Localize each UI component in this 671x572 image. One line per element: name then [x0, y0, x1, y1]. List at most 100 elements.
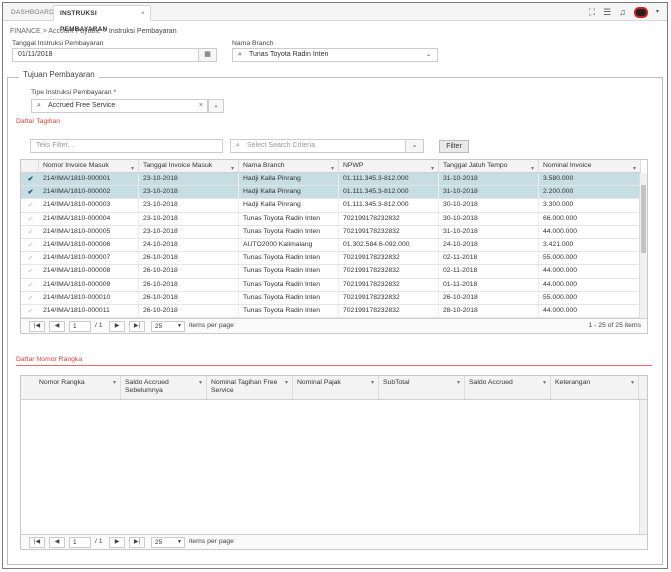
teks-filter-input[interactable]: Teks Filter... — [30, 139, 223, 153]
scrollbar[interactable] — [639, 173, 647, 318]
row-checkbox[interactable]: ✔ — [26, 254, 35, 263]
page-number-input[interactable]: 1 — [69, 537, 91, 548]
column-header[interactable]: Keterangan ▾ — [551, 376, 639, 399]
row-checkbox[interactable]: ✔ — [26, 215, 35, 224]
page-size-select[interactable]: 25 ▼ — [151, 321, 185, 332]
column-header[interactable]: Nominal Tagihan Free Service ▾ — [207, 376, 293, 399]
column-menu-icon[interactable]: ▾ — [285, 379, 288, 387]
last-page-button[interactable]: ▶| — [129, 321, 145, 332]
last-page-button[interactable]: ▶| — [129, 537, 145, 548]
table-cell: 01.302.584.6-092.000 — [339, 239, 439, 252]
next-page-button[interactable]: ▶ — [109, 321, 125, 332]
table-row[interactable]: ✔ 214/IMA/1810-000007 26-10-2018 Tunas Toyo… — [21, 252, 641, 266]
table-cell: 30-10-2018 — [439, 212, 539, 225]
column-header[interactable]: Saldo Accrued ▾ — [465, 376, 551, 399]
row-checkbox[interactable]: ✔ — [26, 201, 35, 210]
user-badge-icon[interactable] — [633, 6, 648, 18]
section-divider — [16, 365, 652, 366]
first-page-button[interactable]: |◀ — [29, 537, 45, 548]
table-cell: 702199178232832 — [339, 278, 439, 291]
row-checkbox[interactable]: ✔ — [26, 228, 35, 237]
table-row[interactable]: ✔ 214/IMA/1810-000010 26-10-2018 Tunas Toyo… — [21, 291, 641, 305]
chevron-down-icon[interactable]: ▾ — [656, 6, 659, 18]
close-tab-icon[interactable]: × — [141, 6, 145, 22]
table-row[interactable]: ✔ 214/IMA/1810-000002 23-10-2018 Hadji Kall… — [21, 186, 641, 200]
tipe-dropdown-button[interactable]: ⌄ — [208, 99, 224, 113]
table-row[interactable]: ✔ 214/IMA/1810-000005 23-10-2018 Tunas Toyo… — [21, 225, 641, 239]
table-cell: 02-11-2018 — [439, 265, 539, 278]
table-cell: 44.000.000 — [539, 278, 641, 291]
scrollbar[interactable] — [639, 400, 647, 534]
next-page-button[interactable]: ▶ — [109, 537, 125, 548]
column-menu-icon[interactable]: ▾ — [543, 379, 546, 387]
tipe-select[interactable]: ⌕ Accrued Free Service × — [31, 99, 208, 113]
row-checkbox[interactable]: ✔ — [26, 188, 35, 197]
table-cell: 702199178232832 — [339, 305, 439, 318]
first-page-button[interactable]: |◀ — [29, 321, 45, 332]
branch-value: Tunas Toyota Radin Inten — [249, 51, 329, 58]
search-criteria-select[interactable]: ⌕ Select Search Criteria ⌄ — [230, 139, 424, 153]
row-checkbox[interactable]: ✔ — [26, 175, 35, 184]
menu-icon[interactable]: ☰ — [603, 6, 611, 18]
filter-button[interactable]: Filter — [439, 140, 469, 153]
column-header-label: Nominal Invoice — [543, 162, 592, 169]
scrollbar-thumb[interactable] — [641, 185, 646, 253]
row-checkbox[interactable]: ✔ — [26, 294, 35, 303]
breadcrumb-finance[interactable]: FINANCE — [10, 28, 41, 35]
prev-page-button[interactable]: ◀ — [49, 537, 65, 548]
column-menu-icon[interactable]: ▾ — [631, 379, 634, 387]
column-menu-icon[interactable]: ▾ — [199, 379, 202, 387]
tab-instruksi-pembayaran[interactable]: INSTRUKSI PEMBAYARAN × — [53, 5, 151, 33]
column-menu-icon[interactable]: ▾ — [457, 379, 460, 387]
breadcrumb-account-payable[interactable]: Account Payable — [48, 28, 101, 35]
page-size-value: 25 — [155, 323, 163, 330]
page-number-input[interactable]: 1 — [69, 321, 91, 332]
table-row[interactable]: ✔ 214/IMA/1810-000004 23-10-2018 Tunas Toyo… — [21, 212, 641, 226]
column-header[interactable]: Nominal Pajak ▾ — [293, 376, 379, 399]
rangka-pager: |◀ ◀ 1 / 1 ▶ ▶| 25 ▼ items per page — [21, 534, 647, 549]
table-cell: 31-10-2018 — [439, 225, 539, 238]
column-header[interactable]: SubTotal ▾ — [379, 376, 465, 399]
table-cell: 44.000.000 — [539, 225, 641, 238]
clear-icon[interactable]: × — [199, 100, 203, 112]
tab-dashboard[interactable]: DASHBOARD — [5, 5, 60, 21]
table-row[interactable]: ✔ 214/IMA/1810-000009 26-10-2018 Tunas Toyo… — [21, 278, 641, 292]
column-header[interactable]: Nomor Rangka ▾ — [21, 376, 121, 399]
row-checkbox[interactable]: ✔ — [26, 307, 35, 316]
row-checkbox[interactable]: ✔ — [26, 241, 35, 250]
calendar-icon[interactable]: ▦ — [198, 49, 216, 61]
column-header[interactable]: Tanggal Invoice Masuk ▾ — [139, 160, 239, 172]
table-cell: 01.111.345.3-812.000 — [339, 186, 439, 199]
column-header-label: Nominal Pajak — [297, 379, 341, 386]
table-row[interactable]: ✔ 214/IMA/1810-000001 23-10-2018 Hadji Kall… — [21, 173, 641, 187]
table-row[interactable]: ✔ 214/IMA/1810-000003 23-10-2018 Hadji Kall… — [21, 199, 641, 213]
column-menu-icon[interactable]: ▾ — [113, 379, 116, 387]
table-row[interactable]: ✔ 214/IMA/1810-000011 26-10-2018 Tunas Toyo… — [21, 305, 641, 319]
table-cell: 55.000.000 — [539, 291, 641, 304]
column-header[interactable]: Tanggal Jatuh Tempo ▾ — [439, 160, 539, 172]
row-checkbox[interactable]: ✔ — [26, 281, 35, 290]
column-header[interactable]: Nominal Invoice ▾ — [539, 160, 641, 172]
prev-page-button[interactable]: ◀ — [49, 321, 65, 332]
column-header-label: Nominal Tagihan Free Service — [211, 379, 278, 394]
page-size-select[interactable]: 25 ▼ — [151, 537, 185, 548]
column-menu-icon[interactable]: ▾ — [371, 379, 374, 387]
table-cell: 3.300.000 — [539, 199, 641, 212]
table-cell: 26-10-2018 — [439, 291, 539, 304]
table-row[interactable]: ✔ 214/IMA/1810-000006 24-10-2018 AUTO2000 K… — [21, 239, 641, 253]
column-header[interactable]: NPWP ▾ — [339, 160, 439, 172]
table-row[interactable]: ✔ 214/IMA/1810-000008 26-10-2018 Tunas Toyo… — [21, 265, 641, 279]
row-checkbox[interactable]: ✔ — [26, 267, 35, 276]
bell-icon[interactable]: ♫ — [619, 6, 626, 18]
table-cell: 214/IMA/1810-000006 — [39, 239, 139, 252]
column-header[interactable]: Nomor Invoice Masuk ▾ — [39, 160, 139, 172]
expand-icon[interactable]: ⛶ — [589, 6, 595, 18]
tanggal-input[interactable]: 01/11/2018 ▦ — [12, 48, 217, 62]
chevron-down-icon: ▼ — [177, 323, 182, 329]
column-header[interactable]: Nama Branch ▾ — [239, 160, 339, 172]
select-all-column[interactable] — [21, 160, 39, 172]
column-header-label: Saldo Accrued — [469, 379, 513, 386]
column-header[interactable]: Saldo Accrued Sebelumnya ▾ — [121, 376, 207, 399]
branch-select[interactable]: ⌕ Tunas Toyota Radin Inten ⌄ — [232, 48, 438, 62]
tipe-value: Accrued Free Service — [48, 102, 116, 109]
